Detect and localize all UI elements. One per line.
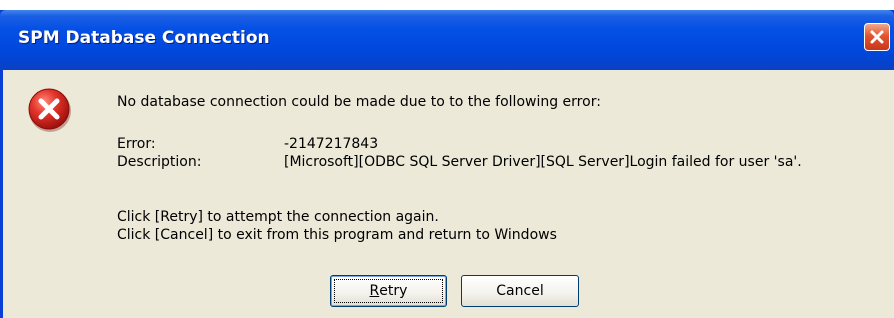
cancel-label: Cancel — [496, 283, 544, 299]
close-button[interactable] — [864, 23, 890, 51]
error-icon — [27, 87, 73, 137]
retry-mnemonic: R — [369, 283, 380, 299]
retry-label-rest: etry — [379, 283, 408, 299]
retry-instruction: Click [Retry] to attempt the connection … — [117, 209, 439, 225]
cancel-button[interactable]: Cancel — [461, 275, 579, 307]
cancel-instruction: Click [Cancel] to exit from this program… — [117, 227, 557, 243]
description-label: Description: — [117, 154, 202, 170]
dialog-title: SPM Database Connection — [18, 28, 270, 48]
error-label: Error: — [117, 136, 156, 152]
retry-button[interactable]: Retry — [330, 275, 447, 307]
title-bar[interactable]: SPM Database Connection — [0, 10, 894, 70]
error-message: No database connection could be made due… — [117, 94, 601, 110]
description-value: [Microsoft][ODBC SQL Server Driver][SQL … — [284, 154, 802, 170]
retry-label: Retry — [334, 279, 443, 303]
dialog-window: SPM Database Connection No database conn… — [0, 10, 894, 318]
dialog-body: No database connection could be made due… — [3, 70, 894, 318]
error-code: -2147217843 — [284, 136, 379, 152]
